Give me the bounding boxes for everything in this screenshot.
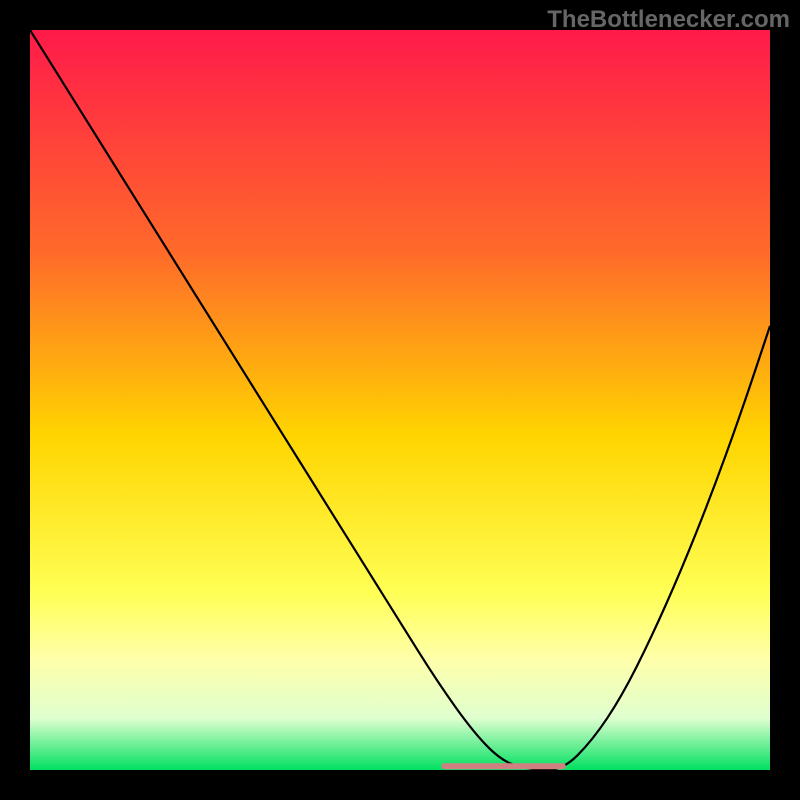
gradient-background xyxy=(30,30,770,770)
plot-area xyxy=(30,30,770,770)
watermark-text: TheBottlenecker.com xyxy=(547,6,790,34)
chart-root: TheBottlenecker.com xyxy=(0,0,800,800)
chart-svg xyxy=(30,30,770,770)
